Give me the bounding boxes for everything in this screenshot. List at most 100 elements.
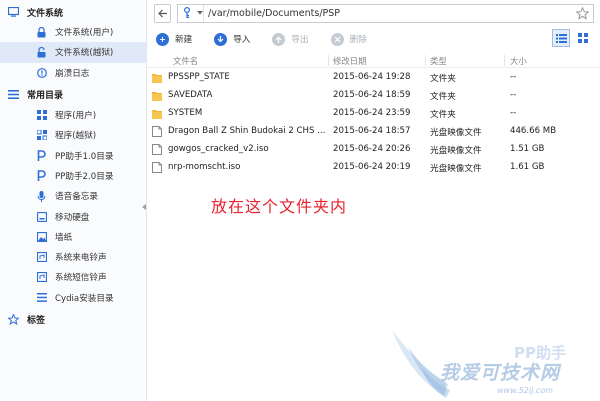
export-button[interactable]: 导出 xyxy=(272,32,309,46)
section-file-system[interactable]: 文件系统 xyxy=(0,2,146,22)
section-label: 常用目录 xyxy=(27,91,64,102)
sidebar-item-cydia[interactable]: Cydia安装目录 xyxy=(0,288,146,308)
table-row[interactable]: SYSTEM 2015-06-24 23:59 文件夹 -- xyxy=(148,105,600,122)
table-row[interactable]: PPSSPP_STATE 2015-06-24 19:28 文件夹 -- xyxy=(148,69,600,86)
list-view-button[interactable] xyxy=(552,29,570,47)
sidebar-item-label: 程序(用户) xyxy=(55,111,97,122)
file-date: 2015-06-24 18:59 xyxy=(333,90,411,100)
sidebar-item-ringtone[interactable]: 系统来电铃声 xyxy=(0,247,146,267)
delete-button[interactable]: 删除 xyxy=(330,32,367,46)
back-button[interactable] xyxy=(154,3,171,23)
file-size: -- xyxy=(510,90,517,100)
bell-icon xyxy=(36,272,47,283)
bell-icon xyxy=(36,252,47,263)
file-type: 光盘映像文件 xyxy=(430,164,482,174)
import-button[interactable]: 导入 xyxy=(214,32,251,46)
sidebar-item-fs-jailbreak[interactable]: 文件系统(越狱) xyxy=(0,42,146,63)
plus-icon: + xyxy=(156,32,169,46)
main-pane: /var/mobile/Documents/PSP + 新建 导入 导出 删除 … xyxy=(148,0,600,401)
sidebar-item-label: 程序(越狱) xyxy=(55,131,97,142)
file-type: 文件夹 xyxy=(430,74,456,84)
sidebar-item-crash-log[interactable]: 崩溃日志 xyxy=(0,63,146,83)
pp-icon xyxy=(36,170,47,182)
delete-button-label: 删除 xyxy=(349,35,367,45)
sidebar-item-label: 语音备忘录 xyxy=(55,192,98,203)
key-icon xyxy=(178,5,196,22)
section-label: 文件系统 xyxy=(27,8,64,19)
sidebar: 文件系统 文件系统(用户) 文件系统(越狱) 崩溃日志 常用目录 程序(用户) xyxy=(0,0,147,401)
address-bar[interactable]: /var/mobile/Documents/PSP xyxy=(177,3,594,23)
sidebar-item-sms-tone[interactable]: 系统短信铃声 xyxy=(0,267,146,287)
export-button-label: 导出 xyxy=(291,35,309,45)
view-toggle xyxy=(548,29,592,47)
sidebar-item-voice-memo[interactable]: 语音备忘录 xyxy=(0,186,146,206)
file-icon xyxy=(152,126,162,137)
sidebar-item-wallpaper[interactable]: 墙纸 xyxy=(0,227,146,247)
file-size: 446.66 MB xyxy=(510,126,557,136)
sidebar-item-apps-user[interactable]: 程序(用户) xyxy=(0,105,146,125)
sidebar-item-label: 文件系统(用户) xyxy=(55,28,114,39)
sidebar-item-label: Cydia安装目录 xyxy=(55,293,114,304)
sidebar-item-pp2[interactable]: PP助手2.0目录 xyxy=(0,166,146,186)
table-row[interactable]: gowgos_cracked_v2.iso 2015-06-24 20:26 光… xyxy=(148,141,600,158)
collapse-sidebar-arrow-icon[interactable] xyxy=(142,204,146,210)
grid-view-icon xyxy=(578,33,588,43)
image-icon xyxy=(36,231,47,242)
apps-icon xyxy=(36,110,47,121)
section-common-dirs[interactable]: 常用目录 xyxy=(0,85,146,105)
sidebar-item-label: 墙纸 xyxy=(55,232,73,243)
sidebar-item-apps-jailbreak[interactable]: 程序(越狱) xyxy=(0,125,146,145)
column-name[interactable]: 文件名 xyxy=(173,55,198,67)
watermark-text: 我爱可技术网 xyxy=(440,362,561,384)
file-name: nrp-momscht.iso xyxy=(168,162,241,172)
sidebar-item-label: 移动硬盘 xyxy=(55,212,90,223)
chevron-down-icon[interactable] xyxy=(196,4,204,22)
star-icon xyxy=(7,314,19,326)
table-row[interactable]: Dragon Ball Z Shin Budokai 2 CHS ... 201… xyxy=(148,123,600,140)
annotation-text: 放在这个文件夹内 xyxy=(211,197,348,216)
file-date: 2015-06-24 23:59 xyxy=(333,108,411,118)
import-icon xyxy=(214,32,228,46)
toolbar: + 新建 导入 导出 删除 xyxy=(156,28,592,50)
file-type: 光盘映像文件 xyxy=(430,128,482,138)
file-icon xyxy=(152,144,162,155)
sidebar-item-label: 文件系统(越狱) xyxy=(55,48,114,59)
sidebar-item-label: 系统来电铃声 xyxy=(55,253,107,264)
column-divider[interactable] xyxy=(328,55,329,66)
table-row[interactable]: nrp-momscht.iso 2015-06-24 20:19 光盘映像文件 … xyxy=(148,159,600,176)
export-icon xyxy=(272,32,286,46)
column-divider[interactable] xyxy=(504,55,505,66)
folder-icon xyxy=(152,110,162,119)
folder-icon xyxy=(152,92,162,101)
file-icon xyxy=(152,162,162,173)
unlock-icon xyxy=(36,46,47,58)
file-type: 文件夹 xyxy=(430,110,456,120)
file-date: 2015-06-24 18:57 xyxy=(333,126,411,136)
grid-view-button[interactable] xyxy=(574,29,592,47)
column-type[interactable]: 类型 xyxy=(430,55,447,67)
bookmark-star-icon[interactable] xyxy=(575,6,589,21)
lock-icon xyxy=(36,26,47,38)
alert-icon xyxy=(36,67,47,78)
drive-icon xyxy=(36,211,47,222)
file-name: PPSSPP_STATE xyxy=(168,72,230,82)
sidebar-item-external-drive[interactable]: 移动硬盘 xyxy=(0,206,146,226)
file-name: SYSTEM xyxy=(168,108,203,118)
sidebar-item-fs-user[interactable]: 文件系统(用户) xyxy=(0,22,146,42)
new-button[interactable]: + 新建 xyxy=(156,32,192,46)
table-row[interactable]: SAVEDATA 2015-06-24 18:59 文件夹 -- xyxy=(148,87,600,104)
column-size[interactable]: 大小 xyxy=(510,55,527,67)
column-divider[interactable] xyxy=(425,55,426,66)
import-button-label: 导入 xyxy=(233,35,251,45)
address-path: /var/mobile/Documents/PSP xyxy=(208,7,341,19)
file-type: 光盘映像文件 xyxy=(430,146,482,156)
sidebar-item-label: PP助手1.0目录 xyxy=(55,151,114,162)
arrow-left-icon xyxy=(157,9,167,17)
column-date[interactable]: 修改日期 xyxy=(333,55,367,67)
section-bookmarks[interactable]: 标签 xyxy=(0,310,146,330)
sidebar-item-pp1[interactable]: PP助手1.0目录 xyxy=(0,145,146,165)
file-name: Dragon Ball Z Shin Budokai 2 CHS ... xyxy=(168,126,326,136)
address-row: /var/mobile/Documents/PSP xyxy=(154,2,594,24)
file-name: gowgos_cracked_v2.iso xyxy=(168,144,269,154)
list-icon xyxy=(36,292,47,303)
